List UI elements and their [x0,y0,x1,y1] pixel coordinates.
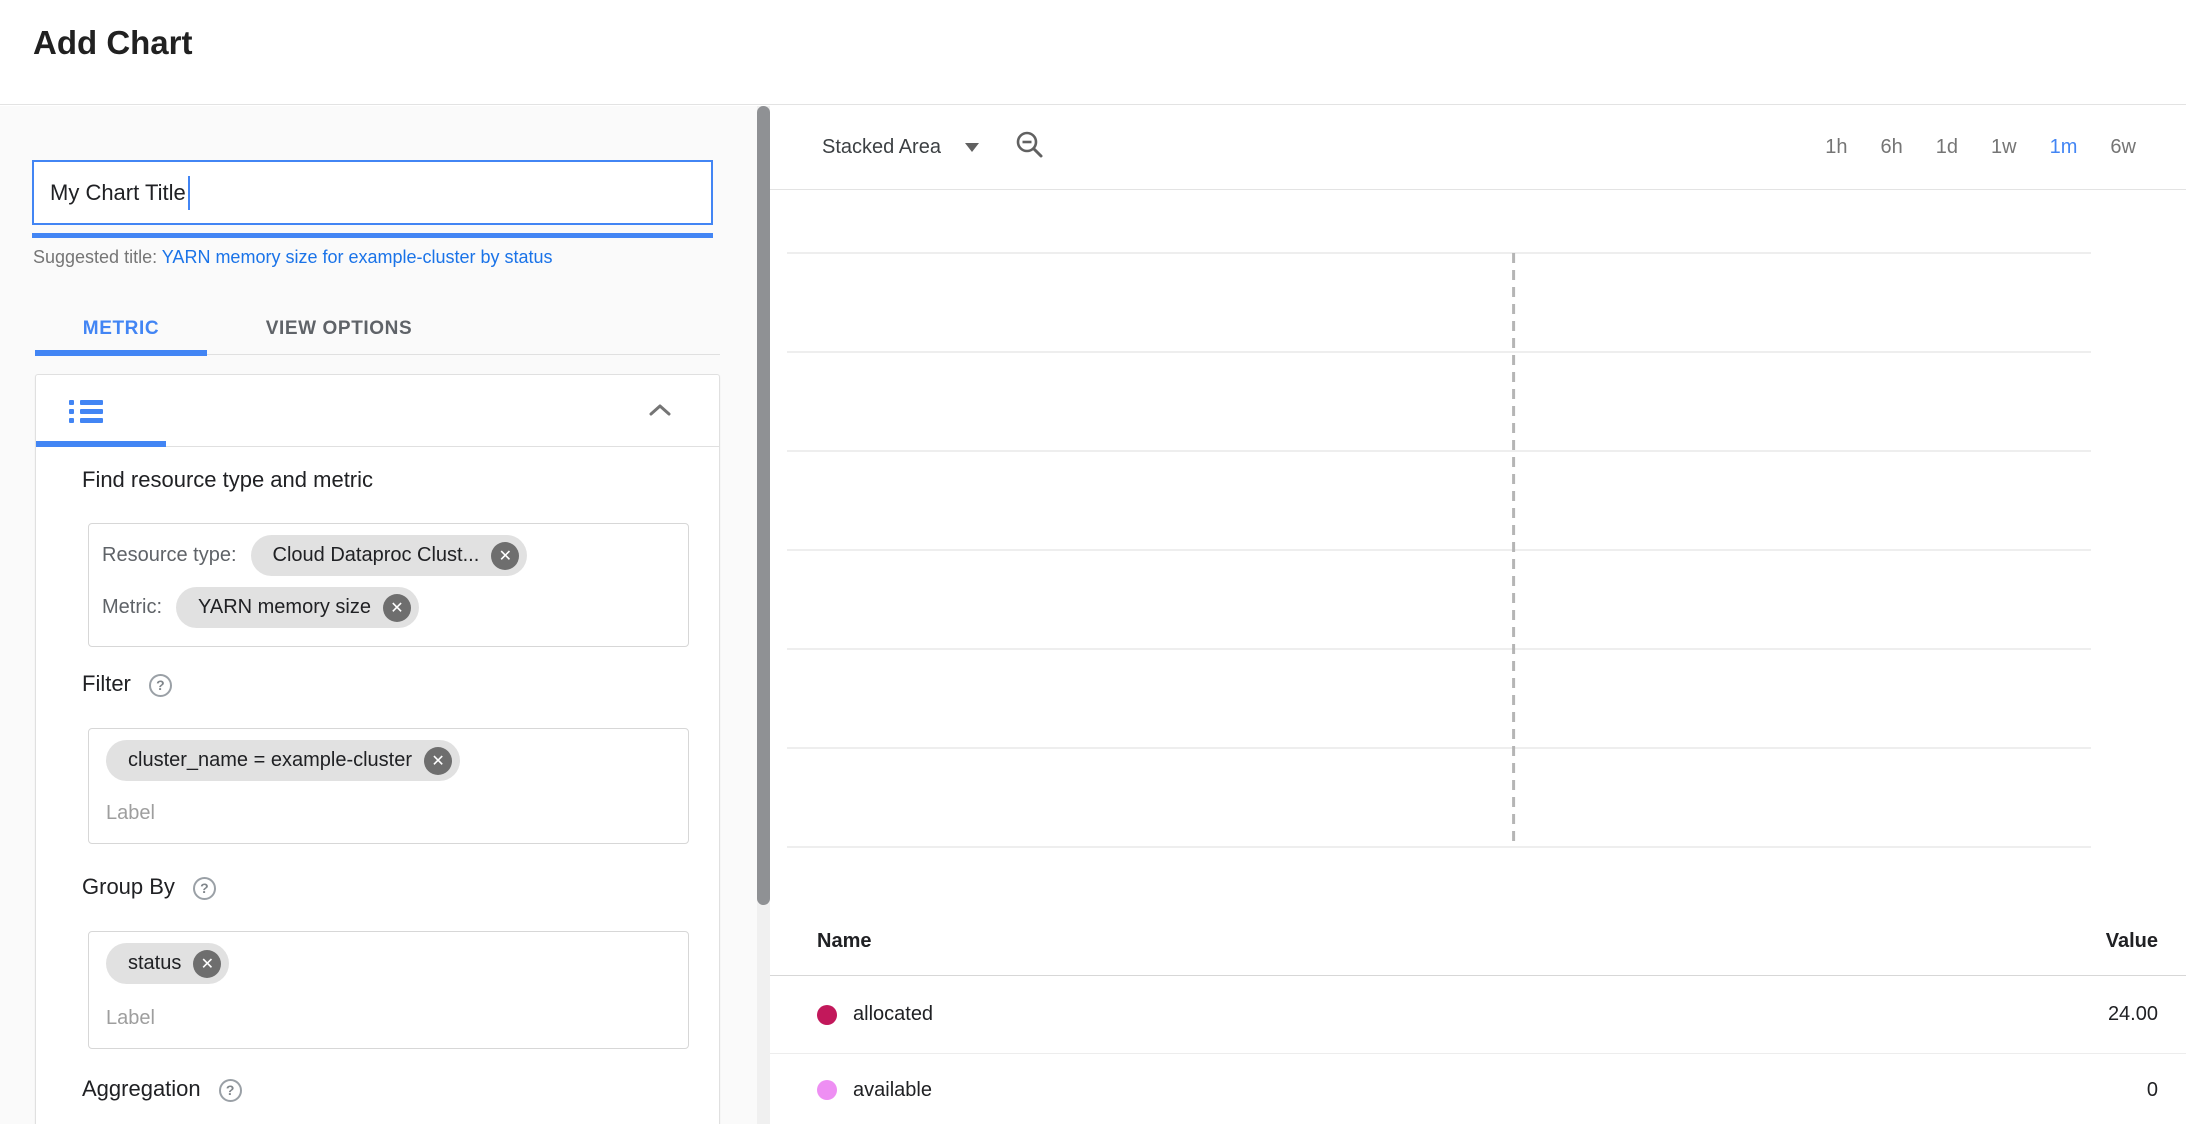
metric-list-icon[interactable] [69,400,103,424]
find-metric-heading: Find resource type and metric [82,467,373,493]
tab-view-options[interactable]: VIEW OPTIONS [225,302,453,355]
range-6w[interactable]: 6w [2110,136,2136,159]
remove-metric-icon[interactable]: ✕ [383,594,411,622]
page-title: Add Chart [33,24,193,62]
metric-label: Metric: [102,596,162,619]
legend-col-value: Value [2106,930,2158,953]
group-by-help-icon[interactable]: ? [193,877,216,900]
remove-group-by-icon[interactable]: ✕ [193,950,221,978]
suggested-title: Suggested title: YARN memory size for ex… [33,247,553,268]
tab-metric[interactable]: METRIC [35,302,207,355]
filter-box[interactable]: cluster_name = example-cluster ✕ Label [88,728,689,844]
chart-title-value: My Chart Title [50,180,186,206]
text-caret [188,176,190,210]
panel-tabs: METRIC VIEW OPTIONS [35,302,720,355]
config-panel: My Chart Title Suggested title: YARN mem… [0,106,757,1124]
suggested-title-link[interactable]: YARN memory size for example-cluster by … [162,247,553,267]
aggregation-heading: Aggregation? [82,1076,242,1102]
group-by-box[interactable]: status ✕ Label [88,931,689,1049]
panel-scrollbar-thumb[interactable] [757,106,770,905]
allocated-value: 24.00 [2108,1003,2158,1026]
resource-type-label: Resource type: [102,544,237,567]
resource-type-chip[interactable]: Cloud Dataproc Clust... ✕ [251,535,528,576]
group-by-chip[interactable]: status ✕ [106,943,229,984]
card-active-tab-underline [36,441,166,447]
legend-col-name: Name [817,930,2106,953]
time-range-group: 1h 6h 1d 1w 1m 6w [1825,136,2136,159]
active-tab-underline [35,350,207,356]
filter-placeholder: Label [106,802,155,825]
legend-row-allocated[interactable]: allocated 24.00 [770,976,2186,1054]
remove-filter-icon[interactable]: ✕ [424,747,452,775]
range-1d[interactable]: 1d [1936,136,1958,159]
range-1m[interactable]: 1m [2050,136,2078,159]
input-focus-bar [32,233,713,238]
filter-chip[interactable]: cluster_name = example-cluster ✕ [106,740,460,781]
aggregation-help-icon[interactable]: ? [219,1079,242,1102]
allocated-series-dot [817,1005,837,1025]
metric-chip[interactable]: YARN memory size ✕ [176,587,419,628]
chart-toolbar: Stacked Area 1h 6h 1d 1w 1m 6w [770,106,2186,190]
range-6h[interactable]: 6h [1881,136,1903,159]
resource-metric-box: Resource type: Cloud Dataproc Clust... ✕… [88,523,689,647]
metric-card: Find resource type and metric Resource t… [35,374,720,1124]
metric-card-header [36,375,719,447]
available-value: 0 [2147,1079,2158,1102]
range-1w[interactable]: 1w [1991,136,2017,159]
zoom-out-icon[interactable] [1015,130,1045,165]
chart-type-select[interactable]: Stacked Area [822,136,979,159]
suggested-title-label: Suggested title: [33,247,162,267]
group-by-placeholder: Label [106,1007,155,1030]
chart-plot[interactable] [770,190,2186,880]
page-header: Add Chart [0,0,2186,105]
chevron-down-icon [965,143,979,152]
filter-heading: Filter? [82,671,172,697]
legend-row-available[interactable]: available 0 [770,1055,2186,1124]
range-1h[interactable]: 1h [1825,136,1847,159]
legend-header-row: Name Value [770,908,2186,976]
remove-resource-icon[interactable]: ✕ [491,542,519,570]
group-by-heading: Group By? [82,874,216,900]
collapse-chevron-icon[interactable] [649,403,671,421]
available-series-dot [817,1080,837,1100]
filter-help-icon[interactable]: ? [149,674,172,697]
chart-title-input[interactable]: My Chart Title [32,160,713,225]
